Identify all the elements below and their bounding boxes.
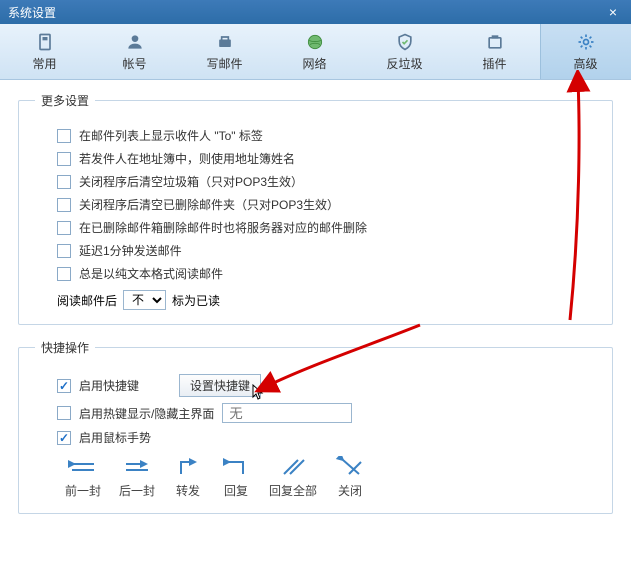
- compose-icon: [214, 31, 236, 53]
- option-label: 在已删除邮件箱删除邮件时也将服务器对应的邮件删除: [79, 219, 367, 236]
- more-settings-group: 更多设置 在邮件列表上显示收件人 "To" 标签 若发件人在地址簿中，则使用地址…: [18, 92, 613, 325]
- tab-general[interactable]: 常用: [0, 24, 90, 79]
- enable-shortcut-label: 启用快捷键: [79, 377, 139, 394]
- gesture-reply[interactable]: 回复: [221, 456, 251, 499]
- gesture-label: 关闭: [338, 482, 362, 499]
- tab-label: 网络: [302, 55, 326, 72]
- checkbox[interactable]: [57, 175, 71, 189]
- hotkey-label: 启用热键显示/隐藏主界面: [79, 405, 214, 422]
- option-label: 在邮件列表上显示收件人 "To" 标签: [79, 127, 263, 144]
- read-label: 阅读邮件后: [57, 292, 117, 309]
- gesture-label: 转发: [176, 482, 200, 499]
- gesture-label: 后一封: [119, 482, 155, 499]
- gesture-prev[interactable]: 前一封: [65, 456, 101, 499]
- close-icon[interactable]: ×: [603, 4, 623, 20]
- hotkey-input[interactable]: [222, 403, 352, 423]
- tab-compose[interactable]: 写邮件: [180, 24, 270, 79]
- checkbox[interactable]: [57, 244, 71, 258]
- tab-antispam[interactable]: 反垃圾: [360, 24, 450, 79]
- set-shortcut-button[interactable]: 设置快捷键: [179, 374, 261, 397]
- option-label: 关闭程序后清空垃圾箱（只对POP3生效）: [79, 173, 303, 190]
- more-settings-legend: 更多设置: [35, 92, 95, 109]
- tab-account[interactable]: 帐号: [90, 24, 180, 79]
- gesture-forward[interactable]: 转发: [173, 456, 203, 499]
- read-select[interactable]: 不: [123, 290, 166, 310]
- checkbox[interactable]: [57, 267, 71, 281]
- tab-label: 高级: [573, 55, 597, 72]
- shield-icon: [394, 31, 416, 53]
- mouse-gesture-label: 启用鼠标手势: [79, 429, 151, 446]
- quick-actions-group: 快捷操作 启用快捷键 设置快捷键 启用热键显示/隐藏主界面 启用鼠标手势 前一封: [18, 339, 613, 514]
- option-label: 关闭程序后清空已删除邮件夹（只对POP3生效）: [79, 196, 339, 213]
- gesture-label: 回复全部: [269, 482, 317, 499]
- user-icon: [124, 31, 146, 53]
- globe-icon: [304, 31, 326, 53]
- gesture-list: 前一封 后一封 转发 回复 回复全部 关闭: [65, 456, 596, 499]
- gesture-reply-all[interactable]: 回复全部: [269, 456, 317, 499]
- tab-label: 写邮件: [206, 55, 242, 72]
- quick-actions-legend: 快捷操作: [35, 339, 95, 356]
- checkbox[interactable]: [57, 152, 71, 166]
- toolbar: 常用 帐号 写邮件 网络 反垃圾 插件 高级: [0, 24, 631, 80]
- tab-label: 插件: [482, 55, 506, 72]
- checkbox[interactable]: [57, 198, 71, 212]
- checkbox[interactable]: [57, 129, 71, 143]
- tab-label: 帐号: [122, 55, 146, 72]
- checkbox-mouse-gesture[interactable]: [57, 431, 71, 445]
- option-label: 总是以纯文本格式阅读邮件: [79, 265, 223, 282]
- checkbox-enable-shortcut[interactable]: [57, 379, 71, 393]
- gesture-label: 回复: [224, 482, 248, 499]
- gear-icon: [575, 31, 597, 53]
- checkbox[interactable]: [57, 221, 71, 235]
- tab-advanced[interactable]: 高级: [540, 24, 631, 79]
- option-label: 若发件人在地址簿中，则使用地址簿姓名: [79, 150, 295, 167]
- option-label: 延迟1分钟发送邮件: [79, 242, 182, 259]
- gesture-close[interactable]: 关闭: [335, 456, 365, 499]
- cursor-icon: [252, 384, 266, 402]
- tab-label: 反垃圾: [386, 55, 422, 72]
- tab-plugin[interactable]: 插件: [450, 24, 540, 79]
- titlebar: 系统设置 ×: [0, 0, 631, 24]
- window-title: 系统设置: [8, 4, 603, 21]
- gesture-label: 前一封: [65, 482, 101, 499]
- tab-label: 常用: [32, 55, 56, 72]
- tab-network[interactable]: 网络: [270, 24, 360, 79]
- read-suffix: 标为已读: [172, 292, 220, 309]
- checkbox-hotkey[interactable]: [57, 406, 71, 420]
- plugin-icon: [484, 31, 506, 53]
- general-icon: [34, 31, 56, 53]
- gesture-next[interactable]: 后一封: [119, 456, 155, 499]
